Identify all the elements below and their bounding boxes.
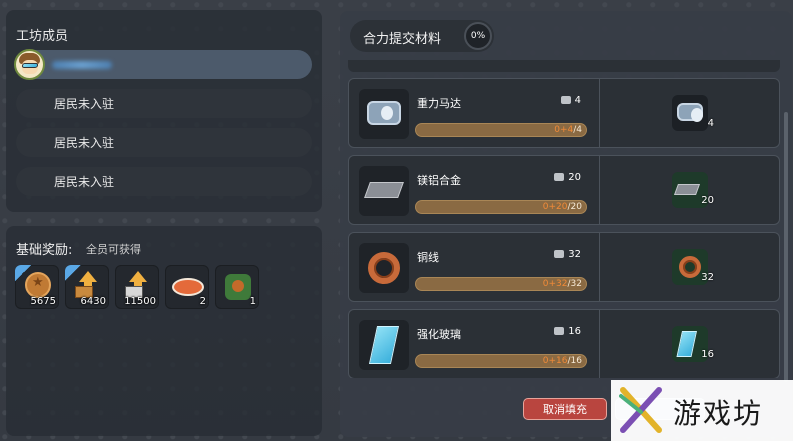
motor-icon [367,101,401,125]
material-progress-bar: 0+16/16 [415,354,587,368]
material-stock: 4 [560,95,581,106]
panel-title: 合力提交材料 [363,32,442,47]
reward-count: 5675 [30,296,56,307]
material-row[interactable]: 重力马达 4 0+4/4 4 [348,78,780,148]
material-row[interactable]: 镁铝合金 20 0+20/20 20 [348,155,780,225]
motor-icon [677,103,703,122]
progress-required: 16 [570,356,582,366]
material-slot[interactable]: 16 [672,326,714,362]
progress-required: 20 [570,202,582,212]
plant-icon [225,274,251,300]
watermark-text: 游戏坊 [673,397,764,430]
copper-coil-icon [368,252,400,284]
cancel-fill-button[interactable]: 取消填充 [523,398,607,420]
reward-count: 6430 [80,296,106,307]
material-slot[interactable]: 20 [672,172,714,208]
progress-required: 32 [570,279,582,289]
rewards-panel: 基础奖励: 全员可获得 5675 6430 11500 2 1 [6,226,322,436]
glass-pane-icon [676,331,697,357]
material-progress-bar: 0+4/4 [415,123,587,137]
inventory-icon [554,250,565,258]
member-status-label: 居民未入驻 [54,136,115,150]
slot-count: 20 [701,195,714,206]
member-name-blurred [52,60,112,69]
material-name: 铜线 [417,251,439,264]
member-status-label: 居民未入驻 [54,175,115,189]
material-stock: 20 [554,172,581,183]
reward-count: 11500 [124,296,156,307]
grilled-fish-icon [172,278,204,296]
ingot-icon [364,182,404,198]
members-panel: 工坊成员 居民未入驻 居民未入驻 居民未入驻 [6,10,322,212]
reward-item[interactable]: 2 [165,265,209,309]
inventory-icon [554,173,565,181]
avatar [14,49,45,80]
material-row[interactable]: 铜线 32 0+32/32 32 [348,232,780,302]
slot-count: 32 [701,272,714,283]
inventory-icon [554,327,565,335]
members-title: 工坊成员 [16,29,69,44]
list-row-partial [348,60,780,72]
reward-item[interactable]: 11500 [115,265,159,309]
material-name: 重力马达 [417,97,461,110]
slot-count: 16 [701,349,714,360]
ingot-icon [673,184,700,195]
progress-required: 4 [576,125,582,135]
coin-icon [25,272,51,298]
material-slot[interactable]: 4 [672,95,714,131]
material-progress-bar: 0+32/32 [415,277,587,291]
panel-title-pill: 合力提交材料 0% [350,20,494,52]
glass-pane-icon [368,326,400,364]
material-slot[interactable]: 32 [672,249,714,285]
material-progress-bar: 0+20/20 [415,200,587,214]
slot-count: 4 [707,118,714,129]
progress-percent-badge: 0% [464,22,492,50]
materials-list[interactable]: 重力马达 4 0+4/4 4 镁铝合金 20 0+20/20 20 铜线 32 … [348,60,782,378]
watermark-logo: 游戏坊 [611,380,793,441]
material-stock: 16 [554,326,581,337]
member-row-self[interactable] [14,49,312,80]
reward-count: 1 [249,296,256,307]
reward-count: 2 [199,296,206,307]
material-row[interactable]: 强化玻璃 16 0+16/16 16 [348,309,780,378]
reward-item[interactable]: 5675 [15,265,59,309]
material-name: 镁铝合金 [417,174,461,187]
member-row-empty[interactable]: 居民未入驻 [16,167,312,196]
member-row-empty[interactable]: 居民未入驻 [16,128,312,157]
logo-x-icon [619,387,662,433]
inventory-icon [560,96,571,104]
copper-coil-icon [679,256,701,278]
list-scrollbar[interactable] [784,112,788,382]
material-stock: 32 [554,249,581,260]
member-row-empty[interactable]: 居民未入驻 [16,89,312,118]
reward-title: 基础奖励: [16,243,73,258]
reward-item[interactable]: 6430 [65,265,109,309]
reward-item[interactable]: 1 [215,265,259,309]
material-name: 强化玻璃 [417,328,461,341]
reward-subtitle: 全员可获得 [86,243,141,256]
member-status-label: 居民未入驻 [54,97,115,111]
